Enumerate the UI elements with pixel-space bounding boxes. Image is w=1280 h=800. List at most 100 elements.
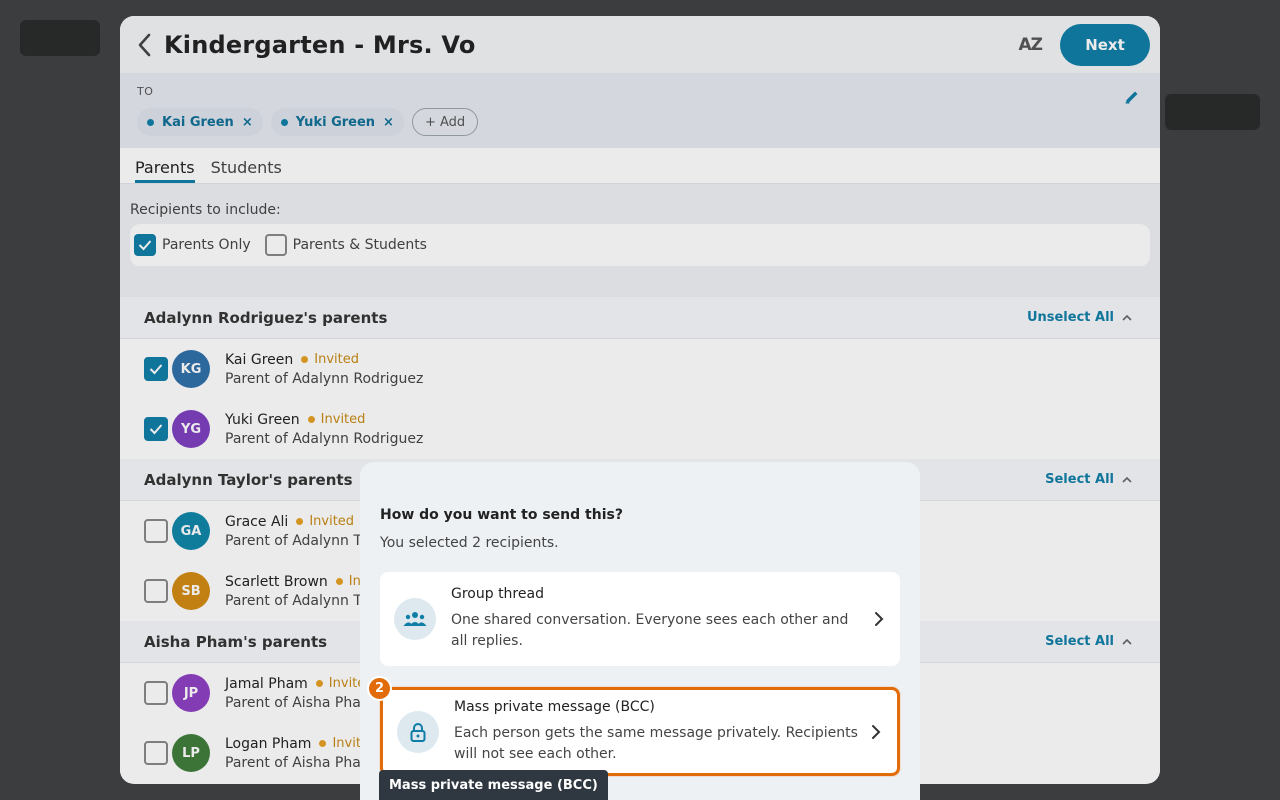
parent-name: Kai Green: [225, 351, 294, 368]
select-all-button[interactable]: Select All: [1045, 634, 1132, 649]
parent-info: Jamal Pham Invited Parent of Aisha Pham: [225, 676, 374, 711]
avatar: KG: [172, 350, 210, 388]
status-dot-icon: [335, 578, 343, 585]
parent-name-line: Kai Green Invited: [225, 352, 423, 368]
checkbox-checked[interactable]: [144, 417, 168, 441]
avatar: YG: [172, 410, 210, 448]
avatar: JP: [172, 674, 210, 712]
option-description: One shared conversation. Everyone sees e…: [451, 612, 849, 649]
chip-label: Kai Green: [162, 114, 234, 130]
parent-role: Parent of Aisha Pham: [225, 754, 375, 771]
select-all-button[interactable]: Select All: [1045, 472, 1132, 487]
status-dot-icon: [319, 740, 327, 747]
select-all-label: Unselect All: [1026, 310, 1114, 325]
status-badge: Invited: [296, 514, 354, 529]
recipients-filter: Recipients to include: Parents Only Pare…: [120, 184, 1160, 297]
group-thread-option[interactable]: Group thread One shared conversation. Ev…: [380, 572, 900, 666]
option-text: Mass private message (BCC) Each person g…: [454, 699, 861, 765]
option-text: Group thread One shared conversation. Ev…: [451, 586, 864, 652]
parent-name: Logan Pham: [225, 735, 312, 752]
parent-name-line: Logan Pham Invited: [225, 736, 377, 752]
tab-students[interactable]: Students: [211, 158, 282, 183]
status-label: Invited: [309, 514, 355, 529]
group-icon: [394, 598, 436, 640]
group-title: Adalynn Rodriguez's parents: [144, 308, 388, 327]
check-icon: [138, 240, 152, 251]
tab-parents[interactable]: Parents: [135, 158, 195, 183]
check-icon: [149, 424, 163, 435]
chevron-up-icon: [1122, 638, 1132, 645]
parent-info: Logan Pham Invited Parent of Aisha Pham: [225, 736, 377, 771]
avatar: LP: [172, 734, 210, 772]
step-badge: 2: [367, 676, 392, 701]
recipient-chip[interactable]: Kai Green ×: [137, 108, 263, 136]
chevron-up-icon: [1122, 476, 1132, 483]
chip-dot-icon: [147, 118, 154, 126]
parent-name: Yuki Green: [225, 411, 300, 428]
modal-title: Kindergarten - Mrs. Vo: [164, 30, 476, 59]
avatar: GA: [172, 512, 210, 550]
pencil-icon[interactable]: [1124, 89, 1140, 109]
to-label: TO: [137, 85, 154, 98]
dialog-title: How do you want to send this?: [380, 507, 623, 523]
remove-chip-icon[interactable]: ×: [383, 115, 394, 130]
status-label: Invited: [314, 352, 359, 367]
parent-row[interactable]: KG Kai Green Invited Parent of Adalynn Rodr…: [120, 339, 1160, 399]
chevron-right-icon: [875, 612, 884, 626]
checkbox[interactable]: [144, 741, 168, 765]
checkbox-checked[interactable]: [144, 357, 168, 381]
sort-az-icon[interactable]: AZ: [1019, 35, 1044, 55]
option-label: Parents Only: [162, 237, 251, 253]
option-title: Mass private message (BCC): [454, 698, 655, 715]
chip-dot-icon: [280, 118, 288, 126]
status-dot-icon: [315, 680, 323, 687]
option-tooltip: Mass private message (BCC): [379, 770, 608, 800]
modal-header: Kindergarten - Mrs. Vo AZ Next: [120, 16, 1160, 73]
filter-options: Parents Only Parents & Students: [130, 224, 1150, 266]
parent-row[interactable]: YG Yuki Green Invited Parent of Adalynn Rod…: [120, 399, 1160, 459]
add-recipient-button[interactable]: + Add: [411, 108, 479, 136]
recipient-chips: Kai Green × Yuki Green × + Add: [137, 108, 1143, 136]
option-title: Group thread: [451, 586, 544, 602]
checkbox-checked[interactable]: [134, 234, 156, 256]
chevron-right-icon: [872, 724, 881, 739]
parent-name: Jamal Pham: [225, 675, 308, 692]
back-button[interactable]: [132, 30, 156, 60]
parents-and-students-option[interactable]: Parents & Students: [264, 234, 427, 256]
bcc-option[interactable]: 2 Mass private message (BCC) Each person…: [367, 676, 900, 776]
to-section: TO Kai Green × Yuki Green × + Add: [120, 73, 1160, 148]
select-all-button[interactable]: Unselect All: [1027, 310, 1132, 325]
select-all-label: Select All: [1045, 472, 1114, 487]
group-header: Adalynn Rodriguez's parents Unselect All: [120, 297, 1160, 339]
parent-name-line: Jamal Pham Invited: [225, 676, 374, 692]
parent-name-line: Yuki Green Invited: [225, 412, 423, 428]
avatar: SB: [172, 572, 210, 610]
chip-label: Yuki Green: [295, 114, 376, 130]
dialog-subtitle: You selected 2 recipients.: [380, 535, 559, 551]
parent-name: Scarlett Brown: [225, 573, 328, 590]
checkbox[interactable]: [144, 579, 168, 603]
parent-name: Grace Ali: [225, 513, 289, 530]
chevron-left-icon: [138, 33, 151, 56]
status-badge: Invited: [307, 412, 366, 427]
group-title: Aisha Pham's parents: [144, 632, 328, 651]
remove-chip-icon[interactable]: ×: [242, 115, 253, 130]
status-badge: Invited: [301, 352, 359, 367]
option-label: Parents & Students: [292, 237, 427, 253]
parent-info: Yuki Green Invited Parent of Adalynn Rodri…: [225, 412, 423, 447]
chevron-up-icon: [1122, 314, 1132, 321]
check-icon: [149, 364, 163, 375]
checkbox[interactable]: [264, 234, 287, 256]
parents-only-option[interactable]: Parents Only: [134, 234, 251, 256]
checkbox[interactable]: [144, 519, 168, 543]
status-dot-icon: [301, 356, 309, 363]
checkbox[interactable]: [144, 681, 168, 705]
next-button[interactable]: Next: [1060, 23, 1150, 66]
recipient-tabs: Parents Students: [120, 148, 1160, 184]
send-method-dialog: How do you want to send this? You select…: [360, 462, 920, 800]
group-title: Adalynn Taylor's parents: [144, 470, 353, 489]
recipient-chip[interactable]: Yuki Green ×: [270, 108, 404, 136]
parent-role: Parent of Adalynn Rodriguez: [225, 370, 424, 387]
parent-role: Parent of Adalynn Rodriguez: [225, 430, 424, 447]
status-label: Invited: [320, 412, 366, 427]
